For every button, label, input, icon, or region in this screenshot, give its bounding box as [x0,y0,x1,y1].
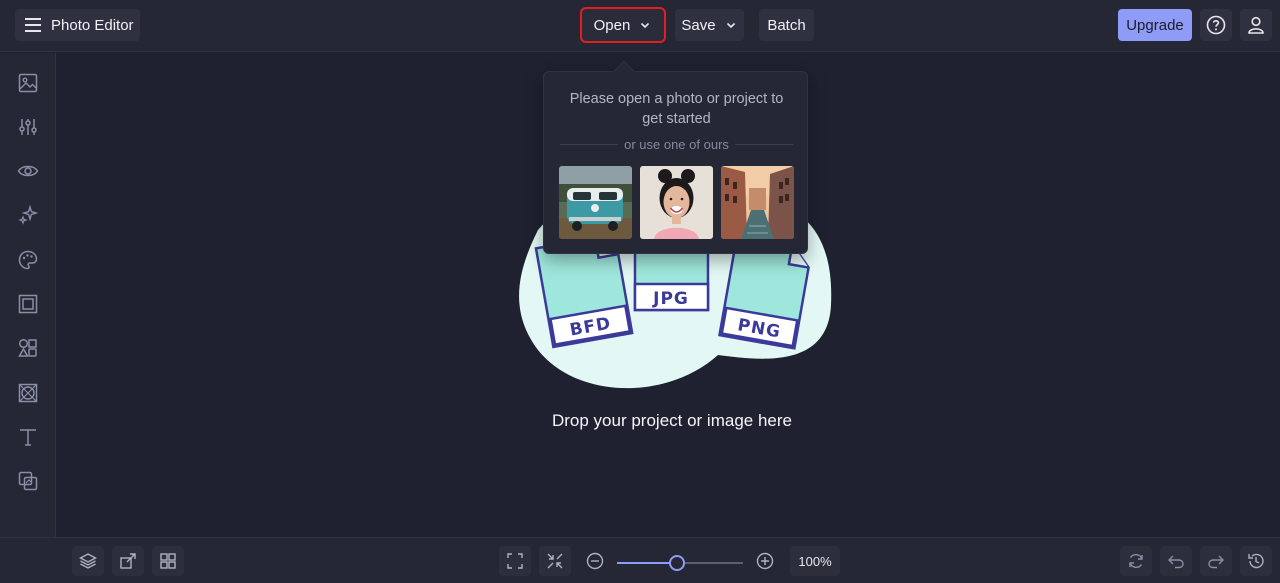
refresh-icon [1129,553,1143,569]
account-button[interactable] [1240,9,1272,41]
layers-button[interactable] [72,546,104,576]
eye-icon [17,165,39,177]
shapes-icon [18,338,37,357]
fit-to-screen-button[interactable] [499,546,531,576]
popover-message: Please open a photo or project to get st… [569,91,784,127]
redo-icon [1208,555,1224,569]
grid-button[interactable] [152,546,184,576]
zoom-level[interactable]: 100% [790,546,840,576]
sidebar-item-adjust[interactable] [14,113,42,141]
texture-icon [18,383,38,403]
sample-image-canal[interactable] [721,166,794,239]
sidebar-item-overlays[interactable] [14,467,42,495]
adjustments-icon [19,119,37,135]
sidebar-item-effects[interactable] [14,157,42,185]
undo-icon [1168,555,1184,569]
canal-photo [721,166,794,239]
left-toolbar [0,53,56,537]
save-button[interactable]: Save [675,9,744,41]
sparkles-icon [18,205,38,225]
history-button[interactable] [1240,546,1272,576]
sidebar-item-touchup[interactable] [14,201,42,229]
woman-portrait-photo [640,166,713,239]
zoom-out-button[interactable] [579,546,611,576]
drop-zone-text: Drop your project or image here [551,411,792,430]
sidebar-item-graphics[interactable] [14,334,42,362]
image-icon [18,73,38,93]
open-button[interactable]: Open [580,7,666,43]
history-icon [1248,553,1264,569]
app-title: Photo Editor [51,16,134,34]
bottom-bar: 100% [0,537,1280,583]
chevron-down-icon [641,22,650,29]
van-photo [559,166,632,239]
sidebar-item-textures[interactable] [14,379,42,407]
zoom-out-icon [586,552,604,570]
user-icon [1248,16,1264,34]
text-icon [20,429,36,446]
jpg-file-label: JPG [652,289,689,309]
resize-icon [120,553,136,569]
expand-icon [507,553,523,569]
sample-image-portrait[interactable] [640,166,713,239]
batch-button[interactable]: Batch [759,9,814,41]
popover-divider-text: or use one of ours [624,136,729,152]
zoom-slider-thumb[interactable] [669,555,686,571]
top-bar: Photo Editor Open Save Batch Upgrade [0,0,1280,52]
upgrade-button-label: Upgrade [1126,16,1184,34]
open-popover: Please open a photo or project to get st… [543,60,808,254]
sidebar-item-artsy[interactable] [14,246,42,274]
help-icon [1206,15,1226,35]
palette-icon [18,250,38,270]
sidebar-item-frames[interactable] [14,290,42,318]
hamburger-icon [25,18,41,32]
sidebar-item-image[interactable] [14,69,42,97]
chevron-down-icon [726,22,735,29]
batch-button-label: Batch [767,16,806,34]
sample-image-van[interactable] [559,166,632,239]
resize-button[interactable] [112,546,144,576]
save-button-label: Save [681,16,716,34]
shrink-icon [547,553,563,569]
actual-size-button[interactable] [539,546,571,576]
overlay-icon [18,471,38,491]
open-button-label: Open [593,16,631,34]
layers-icon [79,553,97,569]
sidebar-item-text[interactable] [14,423,42,451]
popover-caret [612,60,636,84]
undo-button[interactable] [1160,546,1192,576]
main-menu-button[interactable]: Photo Editor [15,9,140,41]
zoom-in-button[interactable] [749,546,781,576]
popover-divider: or use one of ours [560,136,794,152]
zoom-slider-fill [617,562,678,564]
frame-icon [18,294,38,314]
reset-button[interactable] [1120,546,1152,576]
upgrade-button[interactable]: Upgrade [1118,9,1192,41]
redo-button[interactable] [1200,546,1232,576]
help-button[interactable] [1200,9,1232,41]
zoom-in-icon [756,552,774,570]
grid-icon [160,553,176,569]
